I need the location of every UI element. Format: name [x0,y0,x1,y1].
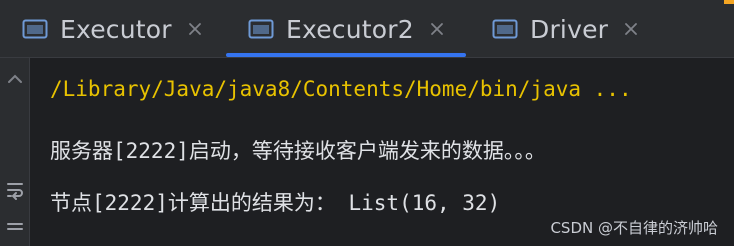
tab-label: Executor2 [286,14,414,44]
console-line-output: 服务器[2222]启动，等待接收客户端发来的数据。。。 [50,139,546,163]
chevron-up-icon[interactable] [5,68,25,90]
close-icon[interactable] [186,20,204,38]
console-line-command: /Library/Java/java8/Contents/Home/bin/ja… [50,77,632,101]
run-tool-window: Executor Executor2 Driver /Library/Java/… [0,0,734,246]
tab-driver[interactable]: Driver [492,0,640,58]
tab-executor2[interactable]: Executor2 [226,0,466,58]
soft-wrap-icon[interactable] [5,180,25,202]
tab-bar: Executor Executor2 Driver [0,0,734,58]
console-window-icon [248,19,274,39]
console-line-output: 节点[2222]计算出的结果为： List(16, 32) [50,191,501,215]
console-window-icon [22,19,48,39]
tab-label: Driver [530,14,609,44]
close-icon[interactable] [622,20,640,38]
console-window-icon [492,19,518,39]
active-tab-indicator [226,53,466,57]
tab-executor[interactable]: Executor [22,0,204,58]
tab-label: Executor [60,14,172,44]
status-marker [724,0,734,4]
console-toolbar [0,58,30,246]
scroll-to-end-icon[interactable] [5,220,25,242]
close-icon[interactable] [428,20,446,38]
watermark: CSDN @不自律的济帅哈 [550,219,718,237]
